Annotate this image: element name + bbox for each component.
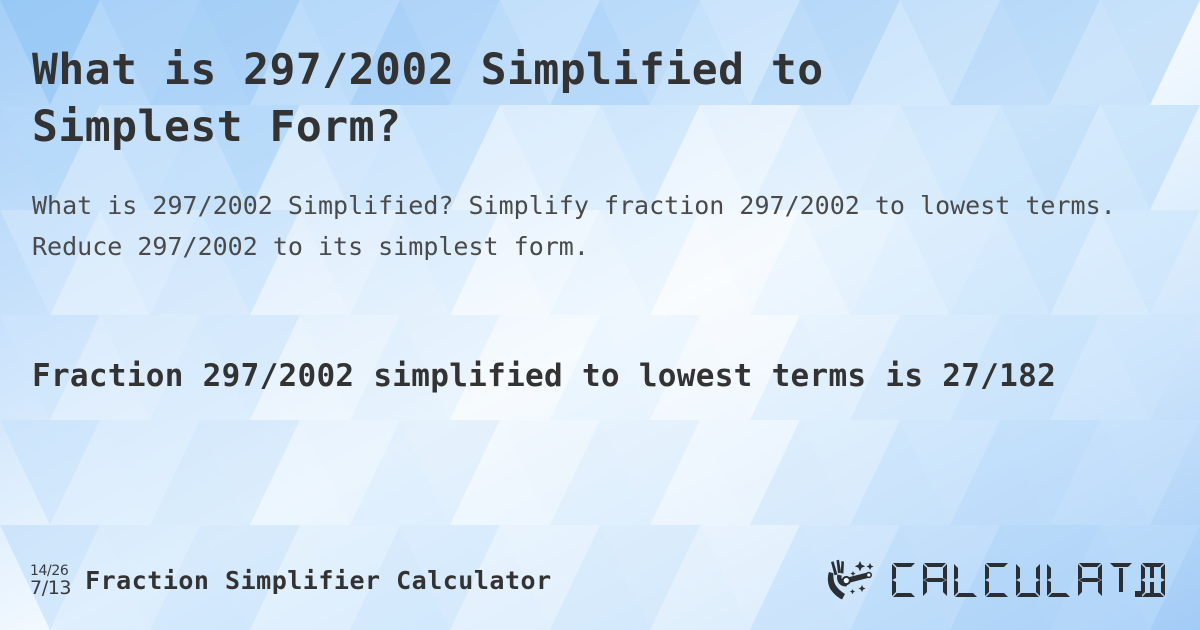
tool-name: Fraction Simplifier Calculator <box>85 565 552 595</box>
og-card: What is 297/2002 Simplified to Simplest … <box>0 0 1200 630</box>
page-title: What is 297/2002 Simplified to Simplest … <box>32 45 824 152</box>
page-description: What is 297/2002 Simplified? Simplify fr… <box>32 191 1116 261</box>
brand-wordmark-lcd <box>892 563 1165 597</box>
result-statement: Fraction 297/2002 simplified to lowest t… <box>32 358 1057 394</box>
fraction-reduce-icon-bottom: 7/13 <box>30 577 72 599</box>
brand-logo[interactable] <box>824 548 1168 612</box>
footer: 14/26 7/13 Fraction Simplifier Calculato… <box>0 548 1200 612</box>
brand-name <box>890 560 1168 600</box>
magic-wand-hand-icon <box>827 559 874 600</box>
footer-tool: 14/26 7/13 Fraction Simplifier Calculato… <box>30 548 552 612</box>
fraction-reduce-icon-top: 14/26 <box>30 563 69 579</box>
fraction-reduce-icon: 14/26 7/13 <box>30 562 71 598</box>
